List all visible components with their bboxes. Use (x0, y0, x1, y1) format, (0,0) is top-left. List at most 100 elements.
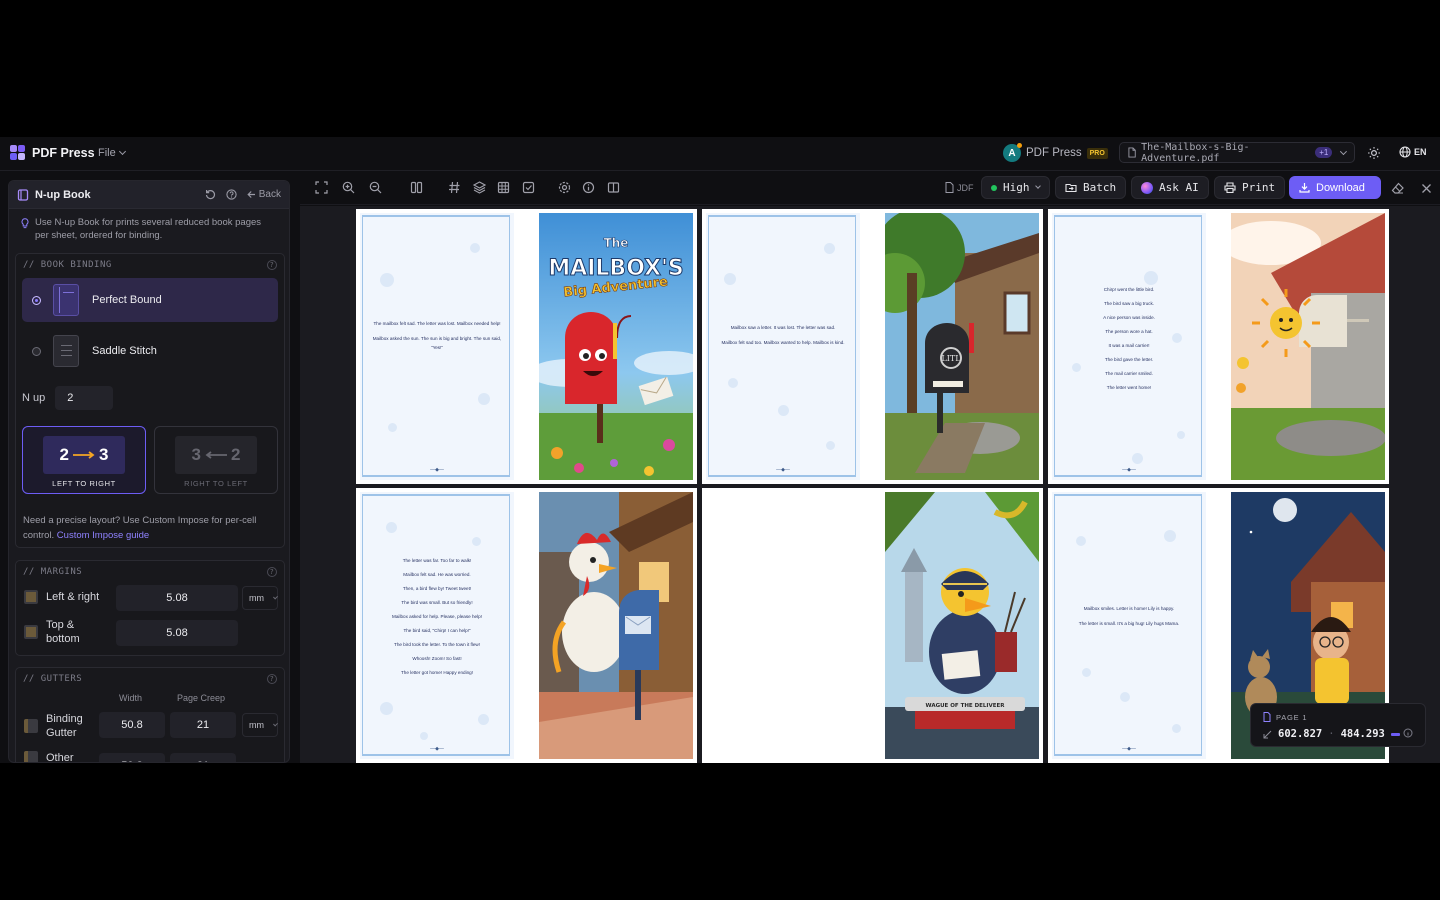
radio-unselected[interactable] (32, 346, 41, 356)
sheet-3[interactable]: Chirp! went the little bird. The bird sa… (1048, 209, 1389, 484)
page-icon (1263, 712, 1271, 722)
theme-toggle-icon[interactable] (1368, 147, 1380, 159)
other-creep-input[interactable]: 21 (170, 753, 236, 762)
other-gutter-icon (24, 751, 38, 762)
custom-impose-link[interactable]: Custom Impose guide (57, 530, 149, 541)
binding-gutter-label: Binding Gutter (46, 713, 83, 739)
saddle-stitch-book-icon (53, 335, 79, 367)
unit-select[interactable]: mm (242, 713, 278, 737)
story-line: The person wore a hat. (1105, 329, 1153, 334)
file-selector[interactable]: The-Mailbox-s-Big-Adventure.pdf +1 (1119, 142, 1355, 164)
mailbox-house-image: LITL (885, 213, 1039, 480)
story-line: Mailbox smiles. Letter is home! Lily is … (1083, 606, 1175, 611)
other-width-input[interactable]: 50.8 (99, 753, 165, 762)
rooster-mailbox-illustration (539, 492, 693, 759)
back-button[interactable]: Back (247, 189, 281, 200)
ask-ai-button[interactable]: Ask AI (1131, 176, 1209, 199)
language-selector[interactable]: EN (1399, 146, 1427, 158)
quality-select[interactable]: High (981, 176, 1050, 199)
file-icon (945, 182, 954, 193)
fit-screen-icon[interactable] (315, 181, 328, 194)
binding-heading: // BOOK BINDING (23, 260, 112, 270)
unit-select[interactable]: mm (242, 586, 278, 610)
chevron-down-icon (1034, 183, 1041, 189)
story-line: The bird saw a big truck. (1103, 301, 1155, 306)
settings-icon[interactable] (558, 181, 571, 194)
sheet-4[interactable]: The letter was far. Too far to walk! Mai… (356, 488, 697, 763)
help-icon[interactable]: ? (267, 260, 277, 270)
story-line: The letter was far. Too far to walk! (402, 558, 472, 563)
account-brand[interactable]: A PDF Press PRO (1003, 143, 1108, 162)
resize-icon (1263, 730, 1272, 738)
file-menu-label: File (98, 147, 116, 159)
reset-icon[interactable] (205, 189, 216, 200)
page-width: 602.827 (1278, 728, 1323, 740)
viewer-toolbar: JDF High Batch Ask AI Print Download (300, 171, 1440, 205)
text-page: Mailbox saw a letter. It was lost. The l… (706, 213, 860, 480)
story-line: Mailbox felt sad. He was worried. (403, 572, 471, 577)
columns-icon[interactable] (410, 181, 423, 194)
cover-illustration: The MAILBOX'S Big Adventure (539, 213, 693, 480)
zoom-in-icon[interactable] (342, 181, 355, 194)
sun-mailbox-illustration (1231, 213, 1385, 480)
pro-badge: PRO (1086, 147, 1108, 159)
sheet-5[interactable]: WAGUE OF THE DELIVEER (702, 488, 1043, 763)
left-right-label: Left & right (46, 591, 100, 603)
avatar[interactable]: A (1003, 143, 1022, 162)
binding-width-input[interactable]: 50.8 (99, 712, 165, 738)
story-line: Mailbox felt sad too. Mailbox wanted to … (721, 340, 845, 345)
ask-ai-label: Ask AI (1159, 181, 1199, 194)
section-heading: // GUTTERS ? (16, 668, 284, 690)
close-icon[interactable] (1420, 182, 1433, 195)
print-button[interactable]: Print (1214, 176, 1286, 199)
sheet-2[interactable]: Mailbox saw a letter. It was lost. The l… (702, 209, 1043, 484)
jdf-button[interactable]: JDF (945, 182, 974, 193)
story-line: Chirp! went the little bird. (1103, 287, 1155, 292)
help-icon[interactable] (226, 189, 237, 200)
text-page: The mailbox felt sad. The letter was los… (360, 213, 514, 480)
chevron-down-icon (1340, 147, 1348, 155)
gutters-section: // GUTTERS ? Width Page Creep Binding Gu… (15, 667, 285, 762)
top-bottom-input[interactable]: 5.08 (116, 620, 238, 646)
hash-icon[interactable] (448, 181, 461, 194)
arrow-left-icon (247, 191, 255, 198)
batch-button[interactable]: Batch (1055, 176, 1127, 199)
help-icon[interactable]: ? (267, 674, 277, 684)
file-icon (1128, 147, 1136, 158)
info-icon[interactable] (1403, 728, 1413, 738)
page-label: PAGE 1 (1276, 712, 1308, 722)
book-binding-section: // BOOK BINDING ? Perfect Bound Saddle S… (15, 253, 285, 548)
page-from: 3 (191, 445, 201, 464)
download-button[interactable]: Download (1289, 176, 1381, 199)
binding-creep-input[interactable]: 21 (170, 712, 236, 738)
story-line: The letter is small. It's a big hug! Lil… (1078, 621, 1180, 626)
direction-right-to-left[interactable]: 3 2 RIGHT TO LEFT (154, 426, 278, 494)
story-line: A nice person was inside. (1103, 315, 1155, 320)
option-label: Saddle Stitch (92, 345, 157, 357)
left-right-input[interactable]: 5.08 (116, 585, 238, 611)
story-line: Whoosh! Zoom! So fast! (412, 656, 462, 661)
direction-left-to-right[interactable]: 2 3 LEFT TO RIGHT (22, 426, 146, 494)
checkbox-icon[interactable] (522, 181, 535, 194)
printer-icon (1224, 182, 1236, 193)
help-icon[interactable]: ? (267, 567, 277, 577)
nup-input[interactable]: 2 (55, 386, 114, 410)
panel-tip: Use N-up Book for prints several reduced… (9, 209, 289, 242)
file-menu[interactable]: File (98, 147, 126, 159)
eraser-icon[interactable] (1391, 182, 1404, 195)
radio-selected[interactable] (32, 295, 41, 305)
sheet-1[interactable]: The mailbox felt sad. The letter was los… (356, 209, 697, 484)
layers-icon[interactable] (473, 181, 486, 194)
page-height: 484.293 (1340, 728, 1385, 740)
option-saddle-stitch[interactable]: Saddle Stitch (22, 329, 278, 373)
option-label: Perfect Bound (92, 294, 162, 306)
zoom-out-icon[interactable] (369, 181, 382, 194)
grid-icon[interactable] (497, 181, 510, 194)
unit-label: mm (249, 720, 264, 730)
option-perfect-bound[interactable]: Perfect Bound (22, 278, 278, 322)
panel-header: N-up Book Back (9, 181, 289, 209)
info-icon[interactable] (582, 181, 595, 194)
panel-title: N-up Book (35, 188, 91, 201)
top-bottom-row: Top & bottom (24, 618, 96, 646)
book-view-icon[interactable] (607, 181, 620, 194)
